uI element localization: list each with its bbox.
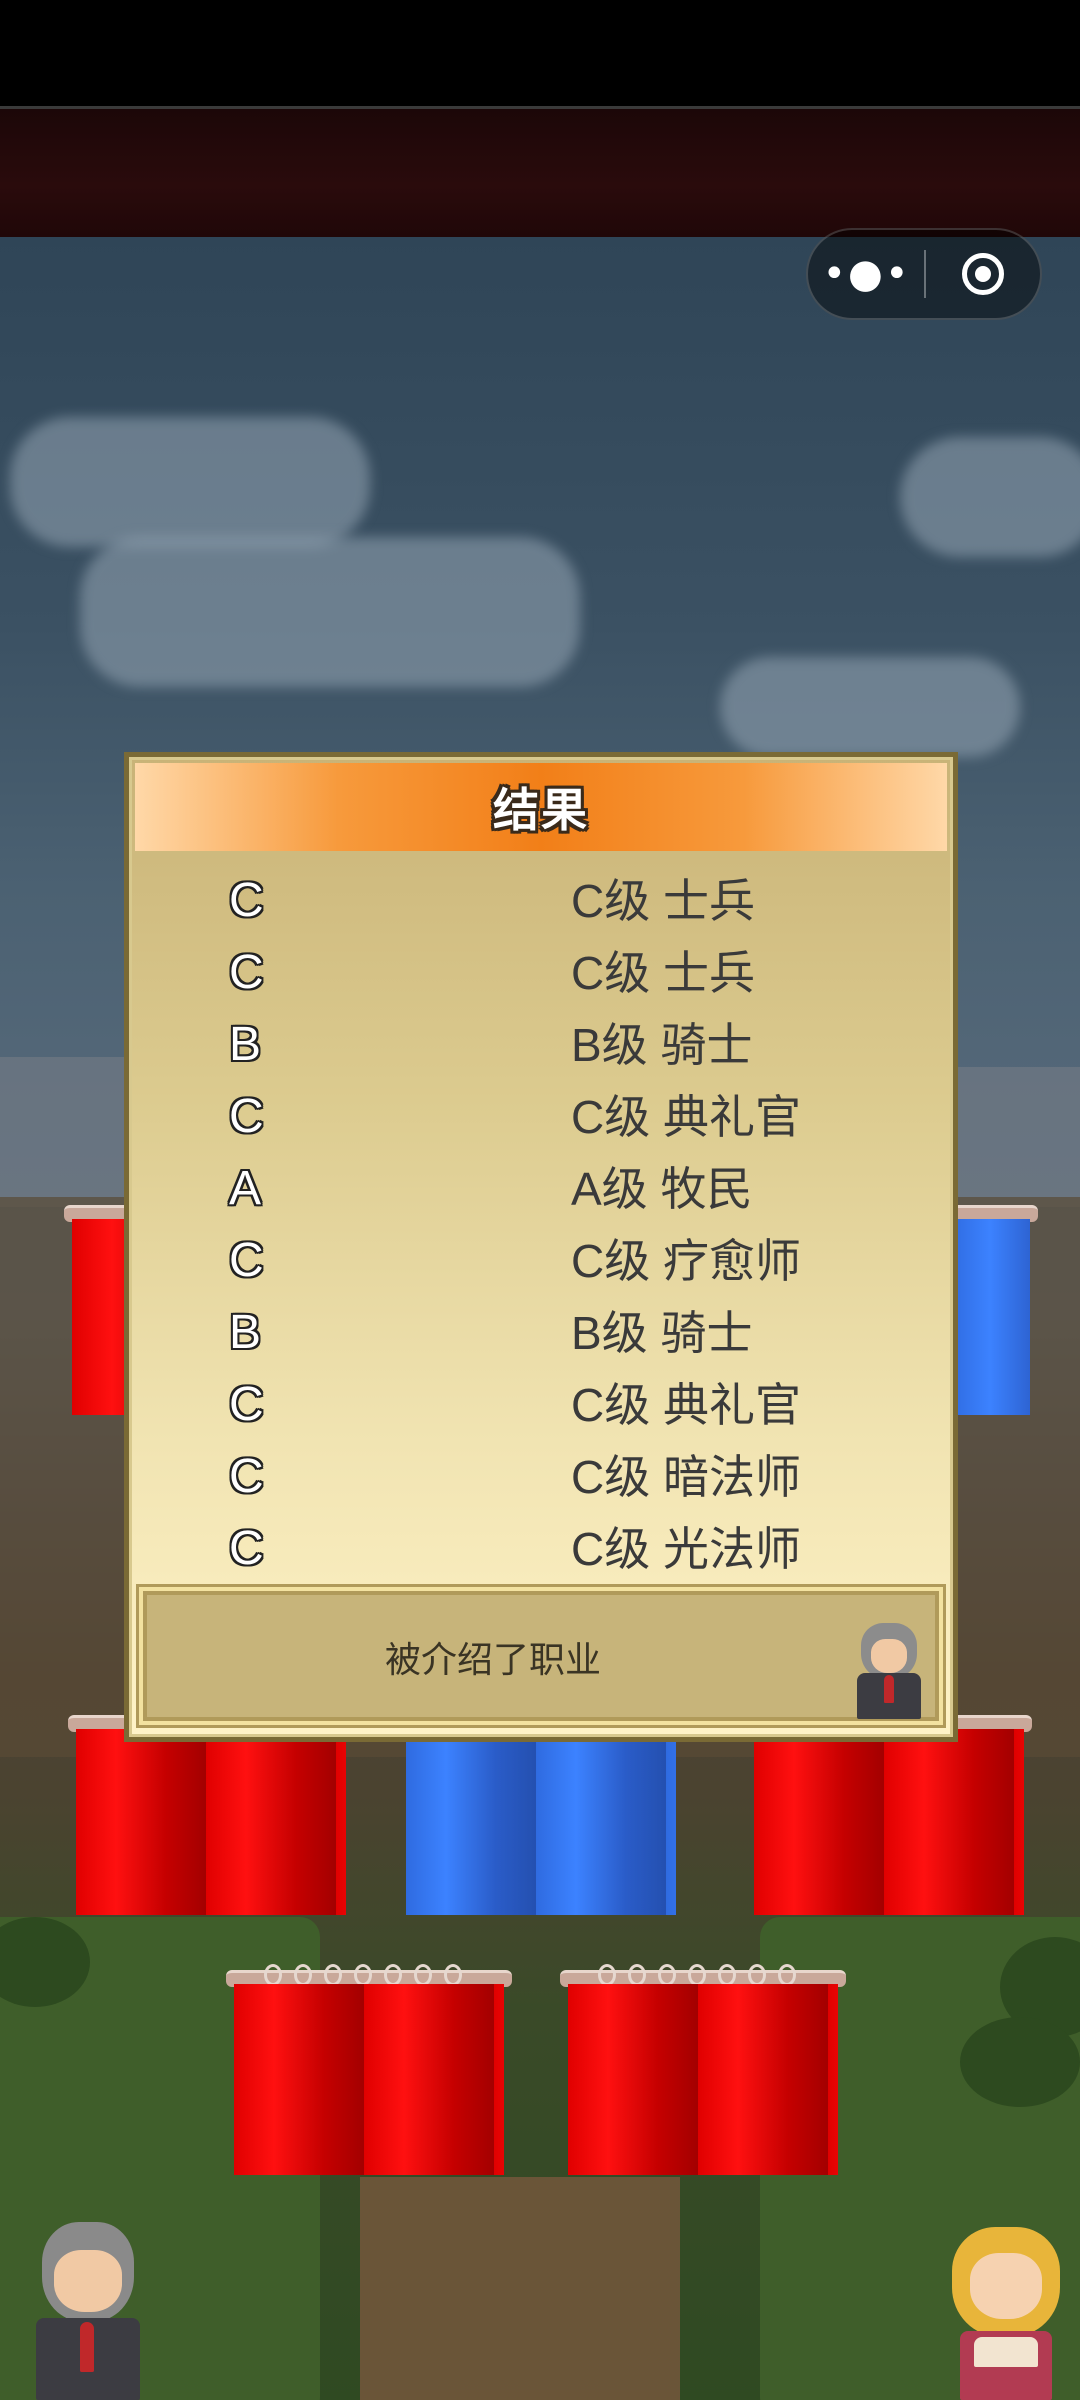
result-job: A级 牧民 (571, 1163, 753, 1215)
dirt-path (360, 2177, 680, 2400)
red-curtain (226, 1964, 512, 2175)
advisor-portrait (853, 1623, 925, 1719)
top-header-band (0, 109, 1080, 237)
red-curtain (746, 1715, 1032, 1915)
old-man-character[interactable] (28, 2222, 148, 2400)
result-job: C级 士兵 (571, 947, 755, 999)
cloud (10, 417, 370, 547)
red-curtain (68, 1715, 354, 1915)
game-screen: •●• 结果 C C级 士兵 C C级 士兵 B B级 骑士 C C级 典礼官 A A级 牧民 C C… (0, 0, 1080, 2400)
status-bar (0, 0, 1080, 106)
blue-curtain (942, 1205, 1038, 1415)
result-row: C C级 疗愈师 (129, 1225, 953, 1297)
cloud (720, 657, 1020, 757)
result-job: C级 典礼官 (571, 1379, 801, 1431)
message-box[interactable]: 被介绍了职业 (139, 1587, 943, 1725)
result-grade: B (229, 1018, 262, 1071)
result-row: B B级 骑士 (129, 1297, 953, 1369)
result-grade: C (229, 1450, 264, 1503)
result-grade: C (229, 946, 264, 999)
result-grade: A (229, 1162, 262, 1215)
result-row: C C级 暗法师 (129, 1441, 953, 1513)
result-job: C级 疗愈师 (571, 1235, 801, 1287)
result-row: C C级 典礼官 (129, 1369, 953, 1441)
result-row: C C级 典礼官 (129, 1081, 953, 1153)
result-job: C级 暗法师 (571, 1451, 801, 1503)
blue-curtain (398, 1715, 684, 1915)
result-job: B级 骑士 (571, 1019, 753, 1071)
message-text: 被介绍了职业 (384, 1639, 601, 1680)
distant-building (0, 1057, 130, 1207)
result-grade: B (229, 1306, 262, 1359)
dialog-title: 结果 (493, 784, 589, 836)
result-job: C级 典礼官 (571, 1091, 801, 1143)
result-dialog: 结果 C C级 士兵 C C级 士兵 B B级 骑士 C C级 典礼官 A A级 牧民 C C级 疗愈… (124, 752, 958, 1742)
blonde-girl-character[interactable] (944, 2227, 1068, 2400)
result-list: C C级 士兵 C C级 士兵 B B级 骑士 C C级 典礼官 A A级 牧民 C C级 疗愈师 B B… (129, 865, 953, 1585)
miniprogram-capsule: •●• (806, 228, 1042, 320)
result-row: A A级 牧民 (129, 1153, 953, 1225)
result-grade: C (229, 874, 264, 927)
red-curtain (560, 1964, 846, 2175)
result-job: B级 骑士 (571, 1307, 753, 1359)
result-job: C级 士兵 (571, 875, 755, 927)
more-dots-icon[interactable]: •●• (808, 230, 925, 318)
dialog-header: 结果 (135, 763, 947, 851)
cloud (80, 537, 580, 687)
result-row: B B级 骑士 (129, 1009, 953, 1081)
result-row: C C级 士兵 (129, 865, 953, 937)
result-job: C级 光法师 (571, 1523, 801, 1575)
distant-building (950, 1067, 1080, 1207)
result-grade: C (229, 1234, 264, 1287)
bush (960, 2017, 1080, 2107)
target-close-icon[interactable] (926, 230, 1040, 318)
result-row: C C级 士兵 (129, 937, 953, 1009)
red-curtain (64, 1205, 140, 1415)
cloud (900, 437, 1080, 557)
result-row: C C级 光法师 (129, 1513, 953, 1585)
result-grade: C (229, 1090, 264, 1143)
result-grade: C (229, 1378, 264, 1431)
result-grade: C (229, 1522, 264, 1575)
